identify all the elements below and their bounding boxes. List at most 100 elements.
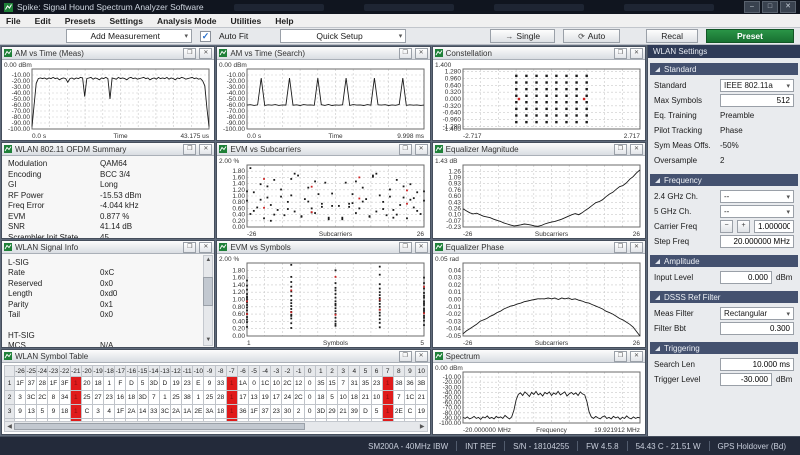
panel-popout-icon[interactable]: ❐ bbox=[399, 48, 412, 59]
quick-setup-dropdown[interactable]: Quick Setup ▾ bbox=[280, 29, 406, 43]
panel-popout-icon[interactable]: ❐ bbox=[399, 144, 412, 155]
symbol-cell: 3 bbox=[15, 391, 26, 405]
panel-spectrum: Spectrum ❐ ✕ 0.00 dBm-10.00-20.00-30.00-… bbox=[432, 349, 646, 435]
panel-popout-icon[interactable]: ❐ bbox=[183, 242, 196, 253]
panel-close-icon[interactable]: ✕ bbox=[630, 351, 643, 362]
signal-info-scrollbar[interactable]: ▲ ▼ bbox=[203, 255, 213, 346]
minimize-button[interactable]: – bbox=[744, 1, 760, 13]
close-button[interactable]: ✕ bbox=[780, 1, 796, 13]
summary-label: GI bbox=[8, 180, 100, 191]
add-measurement-dropdown[interactable]: Add Measurement ▾ bbox=[66, 29, 192, 43]
section-header[interactable]: Amplitude bbox=[650, 255, 798, 267]
panel-title: AM vs Time (Meas) bbox=[15, 49, 180, 58]
carrier-freq-increment-button[interactable]: + bbox=[737, 220, 750, 233]
am-vs-time-meas-chart[interactable]: 0.00 dBm-10.00-20.00-30.00-40.00-50.00-6… bbox=[2, 60, 214, 140]
recal-button[interactable]: Recal bbox=[646, 29, 698, 43]
symbol-cell: 20 bbox=[81, 377, 92, 391]
auto-fit-checkbox[interactable]: ✓ bbox=[200, 31, 211, 42]
menu-help[interactable]: Help bbox=[275, 16, 293, 26]
section-header[interactable]: DSSS Ref Filter bbox=[650, 291, 798, 303]
panel-popout-icon[interactable]: ❐ bbox=[614, 144, 627, 155]
ch-5ghz-select[interactable]: --▾ bbox=[720, 205, 794, 218]
menu-settings[interactable]: Settings bbox=[109, 16, 143, 26]
panel-popout-icon[interactable]: ❐ bbox=[614, 242, 627, 253]
panel-close-icon[interactable]: ✕ bbox=[415, 144, 428, 155]
scroll-left-icon[interactable]: ◀ bbox=[5, 423, 14, 430]
auto-button[interactable]: ⟳ Auto bbox=[563, 29, 620, 43]
section-header[interactable]: Standard bbox=[650, 63, 798, 75]
pilot-cell: 1 bbox=[70, 405, 81, 419]
scroll-up-icon[interactable]: ▲ bbox=[205, 256, 211, 265]
max-symbols-input[interactable] bbox=[720, 94, 794, 107]
menu-presets[interactable]: Presets bbox=[65, 16, 96, 26]
summary-value: Long bbox=[100, 180, 118, 191]
symbol-cell: 3D bbox=[315, 405, 326, 419]
section-header[interactable]: Triggering bbox=[650, 342, 798, 354]
panel-close-icon[interactable]: ✕ bbox=[415, 351, 428, 362]
search-len-input[interactable] bbox=[720, 358, 794, 371]
svg-text:1.60: 1.60 bbox=[233, 275, 246, 282]
panel-popout-icon[interactable]: ❐ bbox=[399, 351, 412, 362]
maximize-button[interactable]: □ bbox=[762, 1, 778, 13]
constellation-chart[interactable]: 1.4001.2800.9600.6400.3200.000-0.320-0.6… bbox=[433, 60, 645, 140]
chevron-down-icon: ▾ bbox=[786, 82, 790, 90]
symbol-cell: C bbox=[26, 419, 37, 422]
svg-text:26: 26 bbox=[632, 340, 640, 347]
equalizer-phase-chart[interactable]: 0.05 rad0.040.030.020.010.00-0.01-0.02-0… bbox=[433, 254, 645, 347]
ch-24ghz-select[interactable]: --▾ bbox=[720, 190, 794, 203]
filter-bbt-input[interactable] bbox=[720, 322, 794, 335]
meas-filter-select[interactable]: Rectangular▾ bbox=[720, 307, 794, 320]
symbol-cell: 23 bbox=[371, 377, 382, 391]
status-item: GPS Holdover (Bd) bbox=[710, 442, 794, 451]
input-level-input[interactable] bbox=[720, 271, 772, 284]
panel-popout-icon[interactable]: ❐ bbox=[614, 48, 627, 59]
menu-edit[interactable]: Edit bbox=[35, 16, 51, 26]
filter-bbt-label: Filter Bbt bbox=[654, 324, 716, 333]
signal-info-value: 0x0 bbox=[100, 310, 113, 321]
panel-close-icon[interactable]: ✕ bbox=[630, 144, 643, 155]
evm-vs-subcarriers-chart[interactable]: 2.00 %1.801.601.401.201.000.800.600.400.… bbox=[217, 156, 429, 238]
svg-text:26: 26 bbox=[632, 231, 640, 238]
equalizer-magnitude-chart[interactable]: 1.43 dB1.261.090.930.760.600.430.260.10-… bbox=[433, 156, 645, 238]
panel-close-icon[interactable]: ✕ bbox=[199, 48, 212, 59]
svg-text:0.00: 0.00 bbox=[233, 333, 246, 340]
menu-analysis-mode[interactable]: Analysis Mode bbox=[157, 16, 217, 26]
carrier-freq-input[interactable] bbox=[754, 220, 794, 233]
hscroll-thumb[interactable] bbox=[14, 423, 305, 430]
scroll-right-icon[interactable]: ▶ bbox=[418, 423, 427, 430]
svg-text:-2.717: -2.717 bbox=[463, 133, 482, 140]
scroll-down-icon[interactable]: ▼ bbox=[205, 336, 211, 345]
symbol-cell: 27 bbox=[81, 419, 92, 422]
symbol-cell: 3C bbox=[260, 419, 271, 422]
panel-close-icon[interactable]: ✕ bbox=[199, 242, 212, 253]
chevron-down-icon: ▾ bbox=[786, 193, 790, 201]
panel-close-icon[interactable]: ✕ bbox=[630, 48, 643, 59]
step-freq-input[interactable] bbox=[720, 235, 794, 248]
preset-button[interactable]: Preset bbox=[706, 29, 794, 43]
carrier-freq-decrement-button[interactable]: − bbox=[720, 220, 733, 233]
summary-label: Freq Error bbox=[8, 201, 100, 212]
panel-popout-icon[interactable]: ❐ bbox=[614, 351, 627, 362]
panel-popout-icon[interactable]: ❐ bbox=[183, 144, 196, 155]
summary-row: SNR41.14 dB bbox=[8, 222, 208, 233]
panel-popout-icon[interactable]: ❐ bbox=[399, 242, 412, 253]
summary-value: 0.877 % bbox=[100, 212, 129, 223]
panel-close-icon[interactable]: ✕ bbox=[415, 242, 428, 253]
standard-select[interactable]: IEEE 802.11a▾ bbox=[720, 79, 794, 92]
symbol-cell: 0 bbox=[304, 419, 315, 422]
panel-close-icon[interactable]: ✕ bbox=[199, 144, 212, 155]
am-vs-time-search-chart[interactable]: 0.00 dBm-10.00-20.00-30.00-40.00-50.00-6… bbox=[217, 60, 429, 140]
panel-popout-icon[interactable]: ❐ bbox=[183, 48, 196, 59]
panel-close-icon[interactable]: ✕ bbox=[630, 242, 643, 253]
menu-file[interactable]: File bbox=[6, 16, 21, 26]
menu-utilities[interactable]: Utilities bbox=[231, 16, 262, 26]
symbol-table-hscrollbar[interactable]: ◀ ▶ bbox=[4, 421, 428, 432]
trigger-level-input[interactable] bbox=[720, 373, 772, 386]
section-header[interactable]: Frequency bbox=[650, 174, 798, 186]
spectrum-chart[interactable]: 0.00 dBm-10.00-20.00-30.00-40.00-50.00-6… bbox=[433, 363, 645, 434]
svg-text:-0.23: -0.23 bbox=[446, 224, 461, 231]
signal-info-value: 0x1 bbox=[100, 300, 113, 311]
panel-close-icon[interactable]: ✕ bbox=[415, 48, 428, 59]
evm-vs-symbols-chart[interactable]: 2.00 %1.801.601.401.201.000.800.600.400.… bbox=[217, 254, 429, 347]
single-button[interactable]: → Single bbox=[490, 29, 555, 43]
